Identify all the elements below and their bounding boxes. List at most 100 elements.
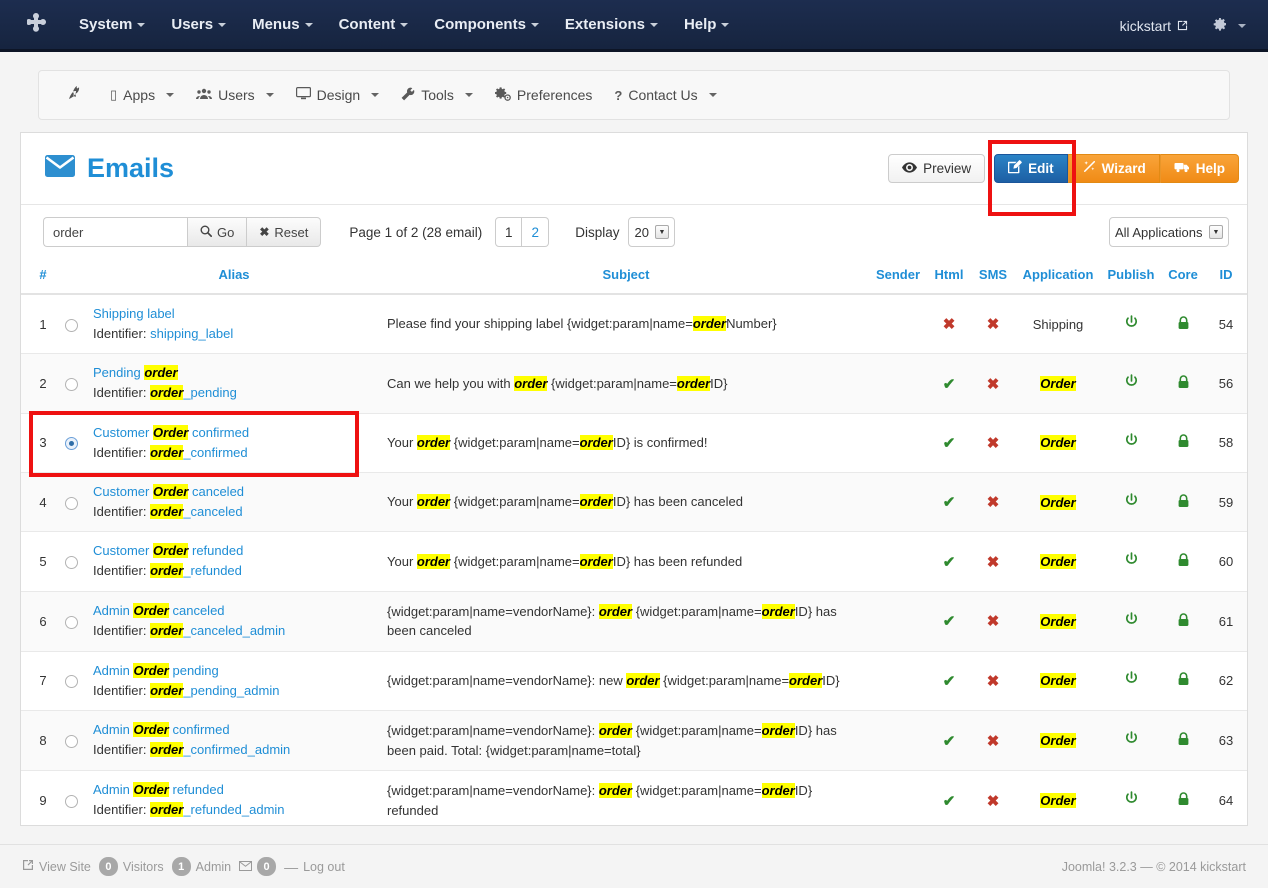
sms-cell[interactable]: ✖ (971, 413, 1015, 474)
row-select-cell[interactable] (55, 591, 87, 652)
subbar-item-tools[interactable]: Tools (390, 80, 484, 111)
display-count-select[interactable]: 20 ▼ (628, 217, 675, 247)
html-cell[interactable]: ✔ (927, 472, 971, 533)
alias-link[interactable]: Admin Order canceled (93, 602, 375, 621)
alias-link[interactable]: Shipping label (93, 305, 375, 324)
row-select-cell[interactable] (55, 770, 87, 825)
alias-link[interactable]: Admin Order confirmed (93, 721, 375, 740)
alias-link[interactable]: Pending order (93, 364, 375, 383)
subbar-item-design[interactable]: Design (285, 80, 391, 110)
publish-cell[interactable] (1101, 591, 1161, 652)
row-select-cell[interactable] (55, 294, 87, 355)
power-icon[interactable] (1124, 552, 1139, 571)
html-cell[interactable]: ✔ (927, 651, 971, 712)
publish-cell[interactable] (1101, 531, 1161, 592)
row-radio[interactable] (64, 378, 78, 392)
edit-button[interactable]: Edit (994, 154, 1068, 183)
user-menu[interactable]: kickstart (1112, 12, 1196, 40)
row-radio[interactable] (64, 496, 78, 510)
html-cell[interactable]: ✔ (927, 591, 971, 652)
sms-cell[interactable]: ✖ (971, 770, 1015, 825)
subbar-item-users[interactable]: Users (185, 80, 285, 110)
power-icon[interactable] (1124, 671, 1139, 690)
row-radio[interactable] (64, 318, 78, 332)
settings-menu[interactable] (1202, 10, 1256, 43)
power-icon[interactable] (1124, 612, 1139, 631)
table-row[interactable]: 7 Admin Order pending Identifier: order_pe… (21, 651, 1247, 712)
preview-button[interactable]: Preview (888, 154, 986, 183)
search-reset-button[interactable]: ✖ Reset (247, 217, 322, 247)
col-header-alias[interactable]: Alias (87, 259, 379, 295)
publish-cell[interactable] (1101, 710, 1161, 772)
row-radio[interactable] (64, 675, 78, 689)
alias-link[interactable]: Admin Order pending (93, 662, 375, 681)
topnav-item-users[interactable]: Users (158, 8, 239, 41)
joomla-logo-icon[interactable] (14, 12, 60, 37)
topnav-item-menus[interactable]: Menus (239, 8, 326, 41)
sms-cell[interactable]: ✖ (971, 591, 1015, 652)
col-header-subject[interactable]: Subject (379, 259, 869, 295)
table-row[interactable]: 5 Customer Order refunded Identifier: orde… (21, 531, 1247, 592)
sms-cell[interactable]: ✖ (971, 353, 1015, 414)
table-row[interactable]: 4 Customer Order canceled Identifier: orde… (21, 472, 1247, 533)
alias-link[interactable]: Customer Order confirmed (93, 424, 375, 443)
row-radio[interactable] (64, 615, 78, 629)
col-header-html[interactable]: Html (927, 259, 971, 295)
view-site-link[interactable]: View Site (22, 859, 91, 874)
messages-status[interactable]: 0 (239, 857, 277, 876)
alias-link[interactable]: Admin Order refunded (93, 781, 375, 800)
publish-cell[interactable] (1101, 413, 1161, 474)
row-select-cell[interactable] (55, 651, 87, 712)
publish-cell[interactable] (1101, 472, 1161, 533)
topnav-item-extensions[interactable]: Extensions (552, 8, 671, 41)
table-row[interactable]: 8 Admin Order confirmed Identifier: order_… (21, 710, 1247, 772)
col-header-sender[interactable]: Sender (869, 259, 927, 295)
html-cell[interactable]: ✔ (927, 531, 971, 592)
power-icon[interactable] (1124, 433, 1139, 452)
power-icon[interactable] (1124, 492, 1139, 512)
power-icon[interactable] (1124, 314, 1139, 334)
col-header-sms[interactable]: SMS (971, 259, 1015, 295)
sms-cell[interactable]: ✖ (971, 651, 1015, 712)
alias-link[interactable]: Customer Order canceled (93, 483, 375, 502)
row-select-cell[interactable] (55, 531, 87, 592)
table-row[interactable]: 3 Customer Order confirmed Identifier: ord… (21, 413, 1247, 474)
topnav-item-components[interactable]: Components (421, 8, 552, 41)
html-cell[interactable]: ✖ (927, 294, 971, 355)
sms-cell[interactable]: ✖ (971, 710, 1015, 772)
topnav-item-help[interactable]: Help (671, 8, 743, 41)
row-radio[interactable] (64, 735, 78, 749)
row-select-cell[interactable] (55, 413, 87, 474)
admin-status[interactable]: 1 Admin (171, 857, 231, 876)
table-row[interactable]: 2 Pending order Identifier: order_pending C… (21, 353, 1247, 414)
power-icon[interactable] (1124, 791, 1139, 810)
col-header-core[interactable]: Core (1161, 259, 1205, 295)
topnav-item-system[interactable]: System (66, 8, 158, 41)
sms-cell[interactable]: ✖ (971, 294, 1015, 355)
row-select-cell[interactable] (55, 710, 87, 772)
power-icon[interactable] (1124, 374, 1139, 393)
search-input[interactable] (43, 217, 187, 247)
topnav-item-content[interactable]: Content (326, 8, 422, 41)
logout-link[interactable]: — Log out (284, 859, 345, 875)
table-row[interactable]: 9 Admin Order refunded Identifier: order_r… (21, 770, 1247, 825)
sms-cell[interactable]: ✖ (971, 472, 1015, 533)
row-select-cell[interactable] (55, 472, 87, 533)
subbar-item-contact-us[interactable]: ? Contact Us (603, 80, 727, 110)
row-radio[interactable] (64, 437, 78, 451)
application-filter-select[interactable]: All Applications ▼ (1109, 217, 1229, 247)
publish-cell[interactable] (1101, 651, 1161, 712)
col-header-id[interactable]: ID (1205, 259, 1247, 295)
col-header-application[interactable]: Application (1015, 259, 1101, 295)
publish-cell[interactable] (1101, 294, 1161, 355)
table-row[interactable]: 1 Shipping label Identifier: shipping_labe… (21, 294, 1247, 355)
help-button[interactable]: Help (1159, 154, 1239, 183)
publish-cell[interactable] (1101, 770, 1161, 825)
publish-cell[interactable] (1101, 353, 1161, 414)
row-radio[interactable] (64, 795, 78, 809)
page-button-1[interactable]: 1 (495, 217, 523, 247)
search-go-button[interactable]: Go (187, 217, 248, 247)
alias-link[interactable]: Customer Order refunded (93, 542, 375, 561)
akeeba-logo-icon[interactable] (53, 83, 99, 108)
sms-cell[interactable]: ✖ (971, 531, 1015, 592)
